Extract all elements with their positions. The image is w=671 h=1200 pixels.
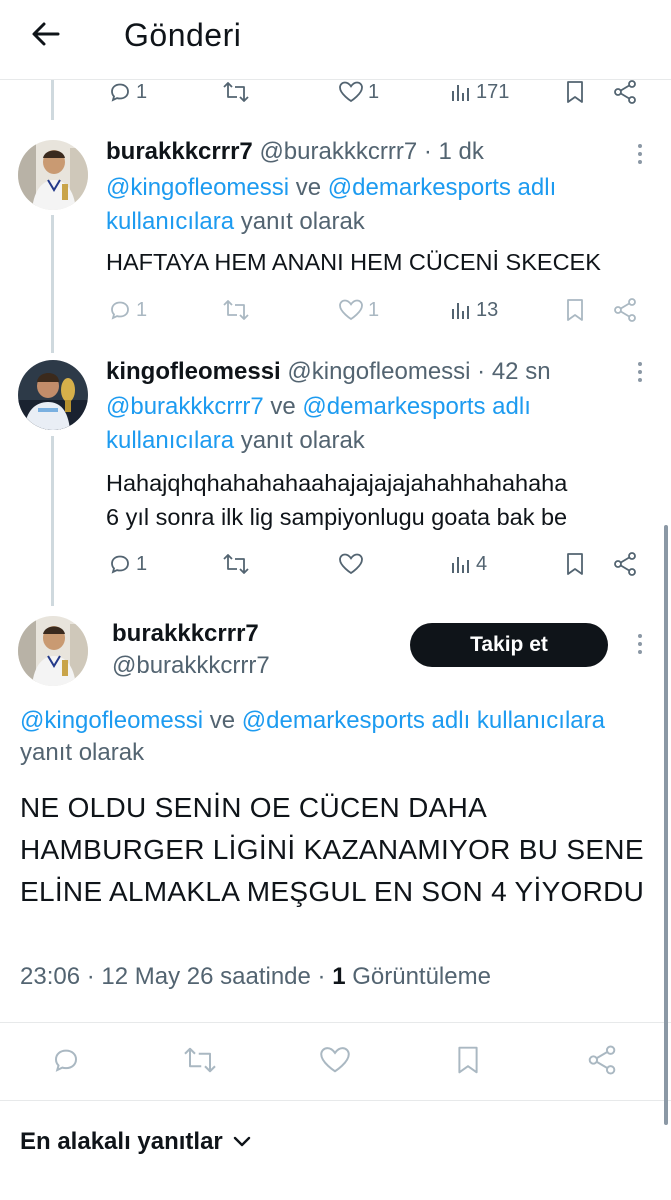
more-options-icon[interactable] <box>635 140 645 170</box>
tweet-meta: 23:06 · 12 May 26 saatinde · 1 Görüntüle… <box>20 963 491 991</box>
like-count: 1 <box>368 298 380 321</box>
view-label: Görüntüleme <box>345 963 491 990</box>
heart-icon <box>339 299 363 321</box>
view-count: 1 <box>332 963 346 990</box>
reply-suffix: yanıt olarak <box>234 208 365 235</box>
repost-icon <box>223 300 249 320</box>
more-options-icon[interactable] <box>635 358 645 388</box>
scrollbar[interactable] <box>664 525 668 1125</box>
avatar[interactable] <box>18 140 88 210</box>
mention-link[interactable]: @burakkkcrrr7 <box>106 393 264 420</box>
bookmark-icon <box>458 1046 478 1074</box>
tweet-timestamp[interactable]: 23:06 · 12 May 26 saatinde · <box>20 963 332 990</box>
chevron-down-icon <box>233 1136 250 1147</box>
tweet-header: burakkkcrrr7 @burakkkcrrr7 · 1 dk <box>106 138 484 166</box>
page-title: Gönderi <box>124 17 242 53</box>
share-icon <box>588 1045 616 1075</box>
bookmark-icon <box>567 553 583 575</box>
repost-icon <box>184 1047 216 1073</box>
reply-context: @burakkkcrrr7 ve @demarkesports adlı kul… <box>106 390 646 458</box>
reply-button[interactable] <box>50 1040 82 1080</box>
reply-count: 1 <box>136 298 148 321</box>
share-button[interactable] <box>612 546 638 582</box>
main-user-handle[interactable]: @burakkkcrrr7 <box>112 652 270 680</box>
tweet-actions: 1 1 13 <box>0 292 671 328</box>
top-bar: Gönderi <box>0 0 671 80</box>
views-button[interactable]: 13 <box>450 292 498 328</box>
share-button[interactable] <box>586 1040 618 1080</box>
reply-connector: ve <box>289 174 328 201</box>
more-options-icon[interactable] <box>635 630 645 660</box>
share-icon <box>614 552 636 576</box>
like-count: 1 <box>368 80 380 103</box>
reply-context: @kingofleomessi ve @demarkesports adlı k… <box>20 703 671 739</box>
thread-line <box>51 215 54 353</box>
views-icon <box>452 303 469 319</box>
bookmark-button[interactable] <box>454 1040 482 1080</box>
reply-count: 1 <box>136 80 148 103</box>
reply-connector: ve <box>263 393 303 420</box>
repost-icon <box>223 82 249 102</box>
like-button[interactable] <box>338 546 364 582</box>
reply-button[interactable]: 1 <box>108 546 147 582</box>
share-icon <box>614 80 636 104</box>
views-button[interactable]: 4 <box>450 546 487 582</box>
view-count: 171 <box>476 80 510 103</box>
reply-icon <box>111 83 129 102</box>
like-button[interactable]: 1 <box>338 292 379 328</box>
mention-link[interactable]: @kingofleomessi <box>20 707 203 734</box>
heart-icon <box>339 553 363 575</box>
reply-context: @kingofleomessi ve @demarkesports adlı k… <box>106 171 646 239</box>
views-icon <box>452 85 469 101</box>
view-count: 13 <box>476 298 499 321</box>
heart-icon <box>320 1047 350 1073</box>
tweet-text: Hahajqhqhahahahaahajajajajahahhahahaha 6… <box>106 470 568 530</box>
view-count: 4 <box>476 552 488 575</box>
user-handle[interactable]: @burakkkcrrr7 <box>259 138 417 165</box>
repost-icon <box>223 554 249 574</box>
main-display-name[interactable]: burakkkcrrr7 <box>112 620 259 648</box>
mention-link[interactable]: @demarkesports adlı kullanıcılara <box>242 707 605 734</box>
tweet-time: · 42 sn <box>470 358 551 385</box>
reply-connector: ve <box>203 707 242 734</box>
bookmark-button[interactable] <box>564 546 586 582</box>
display-name[interactable]: burakkkcrrr7 <box>106 138 253 165</box>
heart-icon <box>339 81 363 103</box>
reply-button[interactable]: 1 <box>108 292 147 328</box>
main-tweet-text: NE OLDU SENİN OE CÜCEN DAHA HAMBURGER Lİ… <box>20 792 645 907</box>
sort-label: En alakalı yanıtlar <box>20 1128 223 1155</box>
share-icon <box>614 298 636 322</box>
views-icon <box>452 557 469 573</box>
follow-button[interactable]: Takip et <box>410 623 608 667</box>
reply-suffix: yanıt olarak <box>234 427 365 454</box>
repost-button[interactable] <box>182 1040 218 1080</box>
share-button[interactable] <box>612 292 638 328</box>
tweet-actions: 1 4 <box>0 546 671 582</box>
tweet-text: HAFTAYA HEM ANANI HEM CÜCENİ SKECEK <box>106 249 601 275</box>
like-button[interactable] <box>318 1040 352 1080</box>
reply-suffix: yanıt olarak <box>20 739 145 766</box>
repost-button[interactable] <box>222 546 250 582</box>
bookmark-icon <box>567 81 583 103</box>
reply-icon <box>111 301 129 320</box>
bookmark-button[interactable] <box>564 292 586 328</box>
reply-sort-dropdown[interactable]: En alakalı yanıtlar <box>20 1128 251 1156</box>
main-tweet-actions <box>0 1040 671 1080</box>
display-name[interactable]: kingofleomessi <box>106 358 281 385</box>
reply-count: 1 <box>136 552 148 575</box>
back-arrow-icon[interactable] <box>30 18 70 54</box>
divider <box>0 1100 671 1101</box>
divider <box>0 1022 671 1023</box>
avatar[interactable] <box>18 360 88 430</box>
bookmark-icon <box>567 299 583 321</box>
mention-link[interactable]: @kingofleomessi <box>106 174 289 201</box>
reply-icon <box>54 1049 78 1072</box>
tweet-header: kingofleomessi @kingofleomessi · 42 sn <box>106 358 551 386</box>
reply-icon <box>111 555 129 574</box>
tweet-time: · 1 dk <box>417 138 484 165</box>
repost-button[interactable] <box>222 292 250 328</box>
user-handle[interactable]: @kingofleomessi <box>287 358 470 385</box>
avatar[interactable] <box>18 616 88 686</box>
